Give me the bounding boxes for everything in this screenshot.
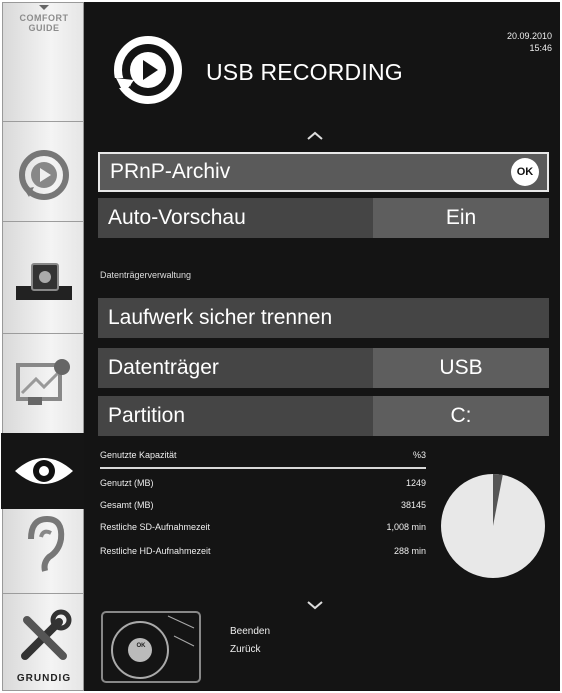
network-icon [16, 359, 70, 405]
sidebar-divider [3, 333, 85, 334]
screen: COMFORT GUIDE GRUNDIG 20.09.2010 15:46 U… [0, 0, 562, 693]
capacity-row-label: Genutzt (MB) [100, 478, 154, 488]
exit-hint: Beenden [230, 626, 271, 637]
remote-control-icon [101, 611, 201, 683]
remote-ok-label: OK [136, 643, 146, 649]
capacity-row: Genutzt (MB) 1249 [100, 478, 426, 492]
menu-item-prnp-archive[interactable]: PRnP-Archiv OK [98, 152, 549, 192]
menu-item-auto-preview[interactable]: Auto-Vorschau Ein [98, 198, 549, 238]
capacity-row-value: 38145 [400, 500, 426, 510]
comfort-guide-sidebar: COMFORT GUIDE GRUNDIG [1, 2, 89, 691]
capacity-row-label: Restliche HD-Aufnahmezeit [100, 546, 211, 556]
menu-item-safe-remove[interactable]: Laufwerk sicher trennen [98, 298, 549, 338]
capacity-row-value: 288 min [393, 546, 426, 556]
usb-recording-panel: 20.09.2010 15:46 USB RECORDING PRnP-Arch… [84, 2, 560, 691]
date-text: 20.09.2010 [506, 31, 552, 41]
sidebar-divider [3, 121, 85, 122]
time-text: 15:46 [529, 43, 552, 53]
disk-value[interactable]: USB [373, 348, 549, 388]
capacity-pie [441, 474, 545, 578]
sidebar-item-network[interactable] [3, 341, 85, 421]
datetime: 20.09.2010 15:46 [507, 30, 552, 54]
capacity-row-label: Restliche SD-Aufnahmezeit [100, 522, 211, 532]
sidebar-item-sound[interactable] [3, 505, 85, 585]
menu-item-disk[interactable]: Datenträger USB [98, 348, 549, 388]
capacity-divider [100, 467, 426, 469]
menu-item-partition[interactable]: Partition C: [98, 396, 549, 436]
capacity-row-value: 1249 [405, 478, 426, 488]
tools-icon [21, 609, 72, 660]
page-title: USB RECORDING [206, 59, 403, 85]
scroll-up-icon[interactable] [306, 130, 324, 140]
safe-remove-label: Laufwerk sicher trennen [108, 306, 333, 329]
section-title: Datenträgerverwaltung [100, 270, 192, 280]
disk-label: Datenträger [108, 356, 219, 379]
capacity-title-label: Genutzte Kapazität [100, 450, 177, 460]
capacity-row: Gesamt (MB) 38145 [100, 500, 426, 514]
scroll-down-icon[interactable] [306, 600, 324, 610]
back-hint: Zurück [230, 644, 261, 655]
up-arrow-icon [39, 5, 49, 10]
capacity-row-value: 1,008 min [386, 522, 426, 532]
sidebar-item-recording[interactable] [3, 135, 85, 215]
eye-icon [15, 458, 73, 484]
prnp-archive-label: PRnP-Archiv [110, 160, 231, 183]
sidebar-divider [3, 221, 85, 222]
partition-label: Partition [108, 404, 186, 427]
capacity-row: Restliche SD-Aufnahmezeit 1,008 min [100, 522, 426, 536]
sidebar-item-tools[interactable] [3, 597, 85, 677]
sidebar-divider [3, 593, 85, 594]
sidebar-item-picture[interactable] [3, 431, 85, 511]
capacity-title-row: Genutzte Kapazität %3 [100, 450, 426, 464]
comfort-guide-text: COMFORT GUIDE [19, 13, 69, 33]
brand-logo: GRUNDIG [16, 673, 72, 684]
ok-button-icon: OK [511, 158, 539, 186]
auto-preview-label: Auto-Vorschau [108, 206, 246, 229]
usb-recording-icon [112, 36, 182, 104]
auto-preview-value[interactable]: Ein [373, 198, 549, 238]
ear-icon [28, 515, 65, 572]
capacity-row-label: Gesamt (MB) [100, 500, 154, 510]
comfort-guide-label: COMFORT GUIDE [3, 5, 85, 33]
sidebar-item-usb-device[interactable] [3, 243, 85, 323]
partition-value[interactable]: C: [373, 396, 549, 436]
capacity-title-value: %3 [412, 450, 426, 460]
usb-device-icon [16, 263, 72, 300]
record-icon [19, 150, 69, 200]
capacity-row: Restliche HD-Aufnahmezeit 288 min [100, 546, 426, 560]
